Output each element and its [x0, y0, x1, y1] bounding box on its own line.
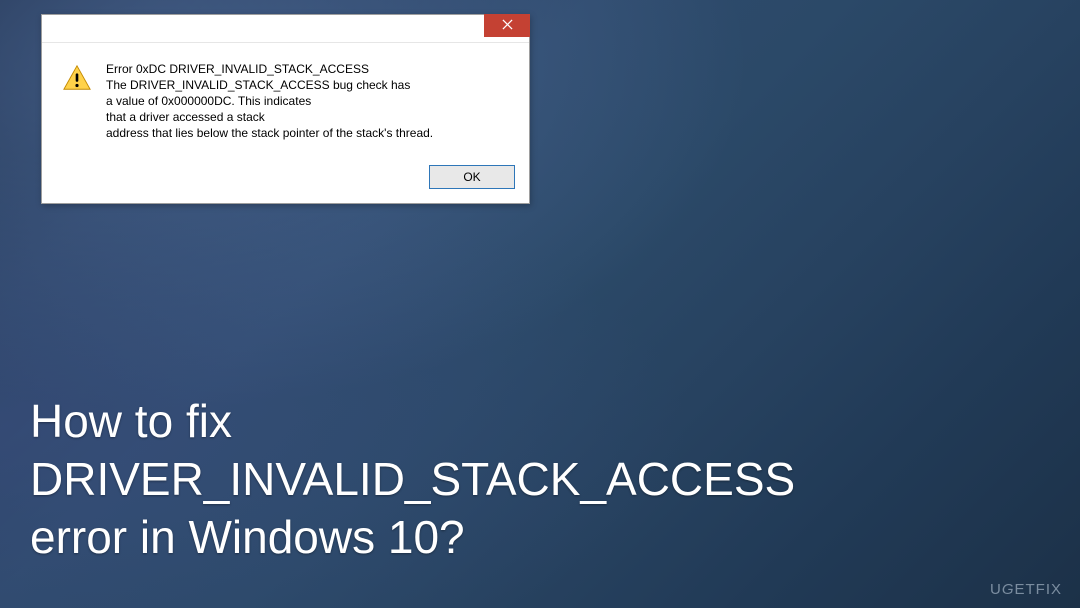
error-dialog: Error 0xDC DRIVER_INVALID_STACK_ACCESS T… — [41, 14, 530, 204]
close-icon — [502, 17, 513, 35]
dialog-line: a value of 0x000000DC. This indicates — [106, 93, 433, 109]
dialog-line: Error 0xDC DRIVER_INVALID_STACK_ACCESS — [106, 61, 433, 77]
ok-button[interactable]: OK — [429, 165, 515, 189]
dialog-titlebar — [42, 15, 529, 43]
watermark-part: ETFIX — [1014, 581, 1062, 598]
dialog-message: Error 0xDC DRIVER_INVALID_STACK_ACCESS T… — [106, 61, 433, 141]
dialog-line: The DRIVER_INVALID_STACK_ACCESS bug chec… — [106, 77, 433, 93]
dialog-body: Error 0xDC DRIVER_INVALID_STACK_ACCESS T… — [42, 43, 529, 155]
watermark-part: G — [1002, 581, 1015, 598]
page-headline: How to fix DRIVER_INVALID_STACK_ACCESS e… — [30, 392, 795, 566]
dialog-footer: OK — [42, 155, 529, 203]
watermark: UGETFIX — [990, 581, 1062, 598]
warning-icon — [62, 63, 92, 93]
headline-line: error in Windows 10? — [30, 508, 795, 566]
watermark-part: U — [990, 581, 1002, 598]
dialog-line: that a driver accessed a stack — [106, 109, 433, 125]
close-button[interactable] — [484, 14, 530, 37]
headline-line: DRIVER_INVALID_STACK_ACCESS — [30, 450, 795, 508]
headline-line: How to fix — [30, 392, 795, 450]
dialog-line: address that lies below the stack pointe… — [106, 125, 433, 141]
